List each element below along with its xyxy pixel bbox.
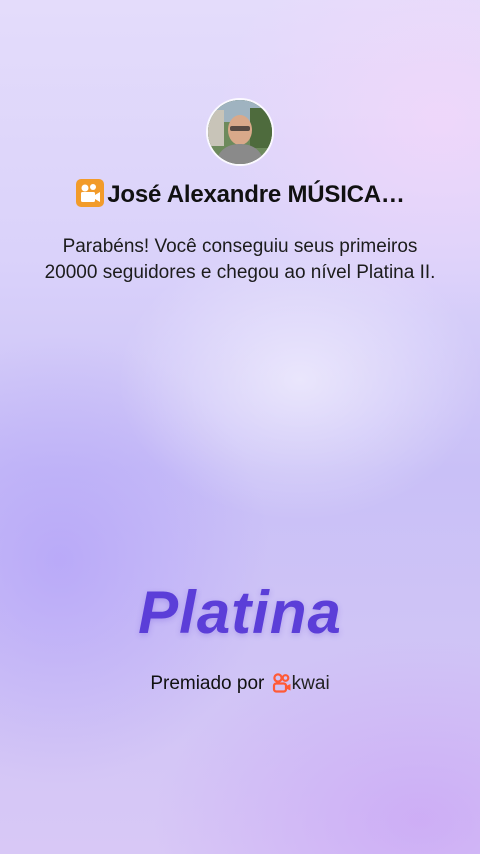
kwai-logo-icon bbox=[272, 673, 292, 693]
profile-name-row: José Alexandre MÚSICA… bbox=[0, 178, 480, 209]
congratulations-message: Parabéns! Você conseguiu seus primeiros … bbox=[44, 236, 436, 283]
movie-camera-icon bbox=[75, 178, 105, 208]
level-name: Platina bbox=[138, 579, 342, 646]
kwai-brand-name: kwai bbox=[291, 673, 330, 694]
award-prefix: Premiado por bbox=[150, 673, 265, 694]
profile-name: José Alexandre MÚSICA… bbox=[107, 181, 405, 208]
avatar[interactable] bbox=[208, 100, 272, 164]
avatar-photo bbox=[208, 100, 272, 164]
award-line: Premiado por kwai bbox=[0, 673, 480, 695]
